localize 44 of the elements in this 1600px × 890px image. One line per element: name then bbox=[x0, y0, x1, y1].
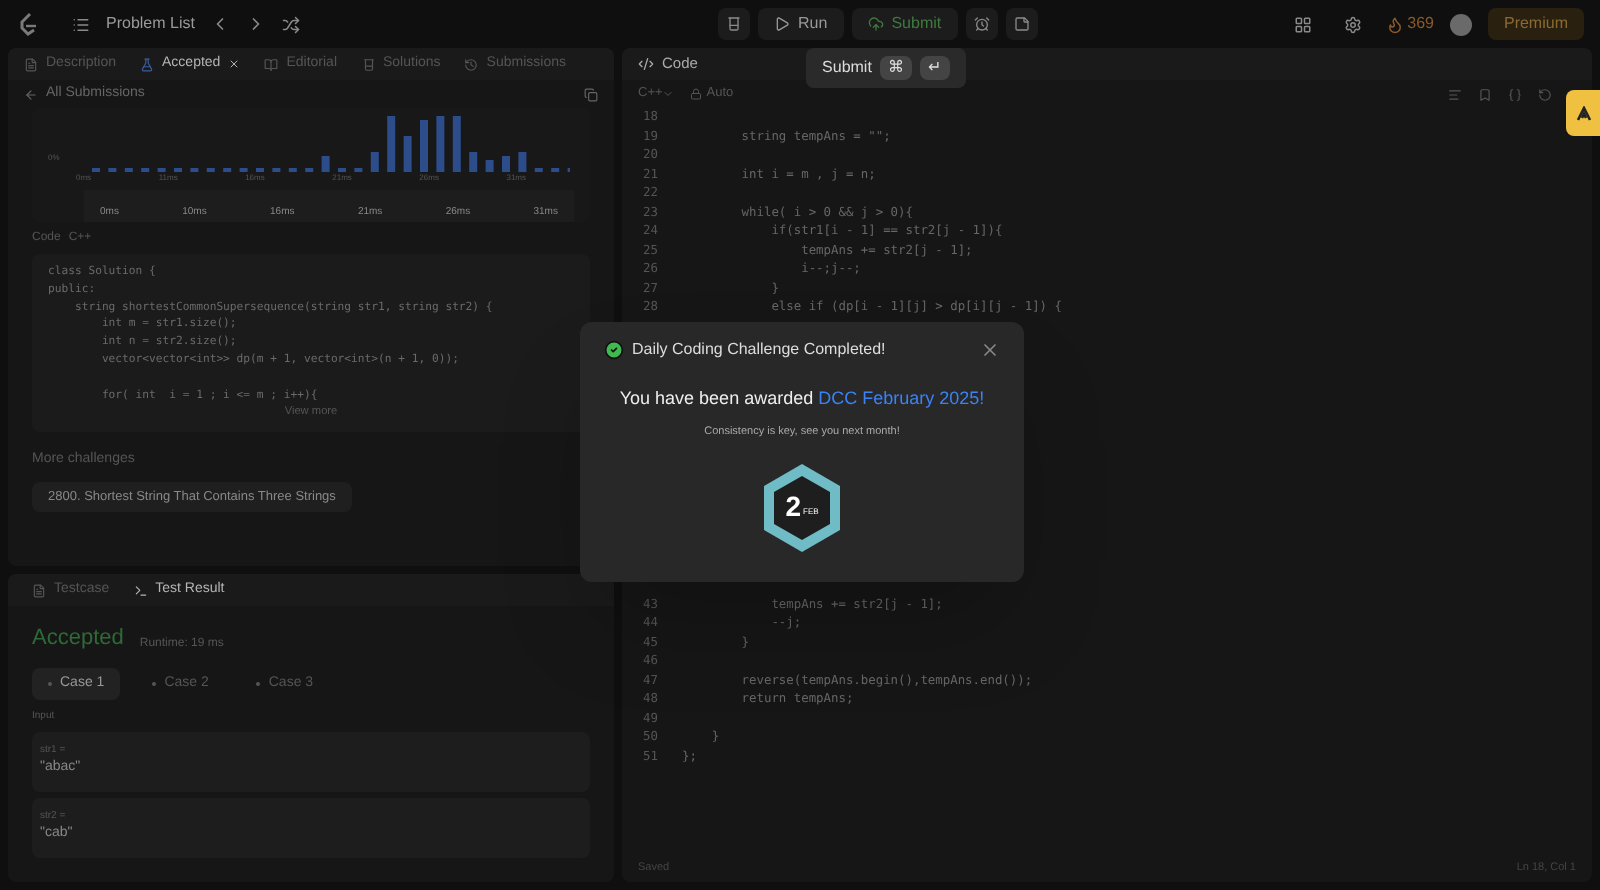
streak-counter[interactable]: 369 bbox=[1385, 12, 1434, 36]
layout-icon[interactable] bbox=[1293, 15, 1312, 33]
result-status: Accepted bbox=[32, 624, 124, 654]
key-hint: ↵ bbox=[919, 56, 950, 80]
play-icon bbox=[774, 16, 791, 32]
run-button[interactable]: Run bbox=[758, 8, 844, 40]
tooltip-label: Submit bbox=[822, 56, 872, 80]
tab-icon bbox=[464, 57, 479, 71]
dialog-title: Daily Coding Challenge Completed! bbox=[632, 338, 886, 362]
avatar[interactable] bbox=[1449, 13, 1472, 35]
key-hint: ⌘ bbox=[879, 56, 912, 80]
document-icon bbox=[32, 583, 46, 597]
tab-icon bbox=[361, 57, 375, 71]
copy-icon[interactable] bbox=[584, 87, 598, 101]
floating-action-button[interactable] bbox=[1566, 90, 1600, 136]
problem-list-link[interactable]: Problem List bbox=[106, 12, 195, 36]
flame-icon bbox=[1385, 15, 1404, 33]
close-icon[interactable] bbox=[980, 340, 1000, 360]
close-tab-icon[interactable] bbox=[228, 58, 241, 70]
list-icon bbox=[72, 15, 90, 33]
award-message: You have been awarded DCC February 2025! bbox=[617, 386, 987, 412]
settings-icon[interactable] bbox=[1343, 15, 1362, 33]
lock-icon bbox=[690, 88, 703, 100]
tab-icon bbox=[24, 57, 38, 71]
timer-button[interactable] bbox=[965, 8, 998, 40]
logo-icon bbox=[16, 12, 40, 36]
flask-icon bbox=[726, 16, 743, 32]
shuffle-icon[interactable] bbox=[282, 15, 301, 33]
alarm-clock-icon bbox=[973, 16, 990, 32]
debug-button[interactable] bbox=[718, 8, 751, 40]
premium-button[interactable]: Premium bbox=[1487, 8, 1584, 40]
tab-icon bbox=[140, 57, 155, 71]
reset-icon[interactable] bbox=[1538, 87, 1552, 101]
back-icon[interactable] bbox=[24, 87, 38, 101]
code-icon bbox=[638, 56, 654, 72]
terminal-icon bbox=[133, 583, 148, 597]
bookmark-icon[interactable] bbox=[1478, 87, 1492, 101]
check-icon bbox=[604, 340, 624, 360]
chevron-down-icon bbox=[662, 88, 675, 100]
tab-icon bbox=[264, 57, 279, 71]
submit-button[interactable]: Submit bbox=[851, 8, 958, 40]
notes-button[interactable] bbox=[1005, 8, 1038, 40]
cloud-upload-icon bbox=[867, 16, 884, 32]
note-icon bbox=[1013, 16, 1030, 32]
